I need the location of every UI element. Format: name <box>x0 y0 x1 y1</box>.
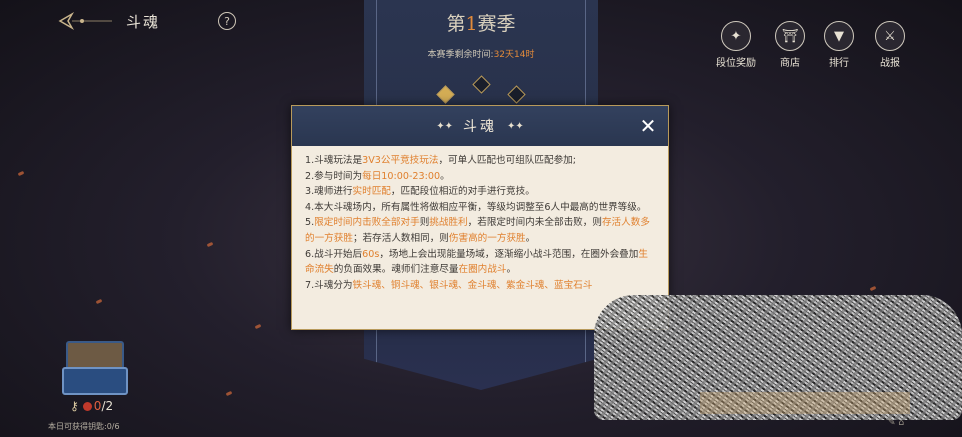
rule-item: 7.斗魂分为铁斗魂、铜斗魂、银斗魂、金斗魂、紫金斗魂、蓝宝石斗 <box>305 278 656 294</box>
treasure-chest-icon[interactable] <box>62 333 128 395</box>
rule-text: 的负面效果。魂师们注意尽量 <box>333 264 459 276</box>
rule-text: 3.魂师进行 <box>305 186 353 198</box>
sparkle-icon: ✦✦ <box>507 120 524 132</box>
nav-rank-reward[interactable]: ✦ 段位奖励 <box>716 21 756 69</box>
nav-battle-report[interactable]: ⚔ 战报 <box>875 21 905 69</box>
chest-base <box>62 367 128 395</box>
rule-text: 。 <box>506 264 517 276</box>
shop-icon: ⛩ <box>775 21 805 51</box>
rule-highlight: 铁斗魂、铜斗魂、银斗魂、金斗魂、紫金斗魂、蓝宝石斗 <box>352 279 593 291</box>
season-title: 第1赛季 <box>446 13 516 35</box>
rule-highlight: 伤害高的一方获胜 <box>448 232 526 244</box>
keys-counter: ⚷ 0/2 <box>70 399 114 413</box>
ranking-icon: ▼ <box>824 21 854 51</box>
rule-text: 7.斗魂分为 <box>305 279 353 291</box>
ember-particle <box>95 298 103 305</box>
nav-shop[interactable]: ⛩ 商店 <box>775 21 805 69</box>
season-remaining-time: 本赛季剩余时间:32天14时 <box>427 50 535 60</box>
ember-particle <box>17 170 25 177</box>
rule-item: 6.战斗开始后60s，场地上会出现能量场域，逐渐缩小战斗范围，在圈外会叠加生命流… <box>305 247 656 278</box>
rule-text: 5. <box>305 217 315 229</box>
obscured-region-strip <box>700 392 910 414</box>
rule-text: 。 <box>440 170 450 182</box>
sparkle-icon: ✦✦ <box>436 120 453 132</box>
rule-text: ；若存活人数相同，则 <box>352 232 449 244</box>
top-left-header: 斗魂 ? <box>58 8 237 34</box>
rule-text: 则 <box>419 217 430 229</box>
rule-item: 4.本大斗魂场内，所有属性将做相应平衡，等级均调整至6人中最高的世界等级。 <box>305 200 656 216</box>
corner-mark: ✎ ⌂ <box>888 418 905 428</box>
rule-item: 5.限定时间内击败全部对手则挑战胜利，若限定时间内未全部击败，则存活人数多的一方… <box>305 215 656 246</box>
page-title: 斗魂 <box>126 12 161 31</box>
rule-highlight: 实时匹配 <box>352 186 391 198</box>
diamond-ornament-icon <box>472 75 491 94</box>
rule-text: 4.本大斗魂场内，所有属性将做相应平衡，等级均调整至6人中最高的世界等级。 <box>305 201 647 213</box>
rule-highlight: 60s <box>362 248 380 260</box>
back-arrow-icon[interactable] <box>58 11 114 31</box>
ember-particle <box>869 285 877 292</box>
dialog-header: ✦✦ 斗魂 ✦✦ ✕ <box>292 106 668 146</box>
rule-item: 1.斗魂玩法是3V3公平竞技玩法，可单人匹配也可组队匹配参加; <box>305 153 656 169</box>
rule-text: 1.斗魂玩法是 <box>305 155 363 166</box>
rule-text: ，匹配段位相近的对手进行竞技。 <box>390 186 535 198</box>
nav-ranking[interactable]: ▼ 排行 <box>824 21 854 69</box>
rules-dialog: ✦✦ 斗魂 ✦✦ ✕ 1.斗魂玩法是3V3公平竞技玩法，可单人匹配也可组队匹配参… <box>291 105 669 330</box>
rule-text: 2.参与时间为 <box>305 170 363 182</box>
key-icon: ⚷ <box>70 399 79 413</box>
help-icon[interactable]: ? <box>218 12 237 30</box>
rule-highlight: 3V3公平竞技玩法 <box>362 155 439 166</box>
red-dot-badge <box>82 401 92 411</box>
close-icon[interactable]: ✕ <box>638 116 658 136</box>
rule-text: 。 <box>525 232 536 244</box>
rule-text: ，可单人匹配也可组队匹配参加; <box>438 155 577 166</box>
dialog-title: 斗魂 <box>463 119 497 135</box>
diamond-ornament-icon <box>507 85 526 104</box>
ember-particle <box>254 323 262 330</box>
rank-reward-icon: ✦ <box>721 21 751 51</box>
rule-item: 2.参与时间为每日10:00-23:00。 <box>305 169 656 185</box>
rule-text: ，若限定时间内未全部击败，则 <box>467 217 602 229</box>
daily-keys-label: 本日可获得钥匙:0/6 <box>48 422 120 431</box>
ember-particle <box>206 241 214 248</box>
diamond-ornament-icon <box>436 85 455 104</box>
rules-list: 1.斗魂玩法是3V3公平竞技玩法，可单人匹配也可组队匹配参加; 2.参与时间为每日… <box>292 146 668 293</box>
rule-text: 6.战斗开始后 <box>305 248 363 260</box>
battle-report-icon: ⚔ <box>875 21 905 51</box>
ember-particle <box>225 390 233 397</box>
rule-highlight: 每日10:00-23:00 <box>362 170 441 182</box>
rule-text: ，场地上会出现能量场域，逐渐缩小战斗范围，在圈外会叠加 <box>379 248 639 260</box>
rule-highlight: 在圈内战斗 <box>458 264 507 276</box>
rule-item: 3.魂师进行实时匹配，匹配段位相近的对手进行竞技。 <box>305 184 656 200</box>
rule-highlight: 挑战胜利 <box>429 217 468 229</box>
rule-highlight: 限定时间内击败全部对手 <box>314 217 420 229</box>
